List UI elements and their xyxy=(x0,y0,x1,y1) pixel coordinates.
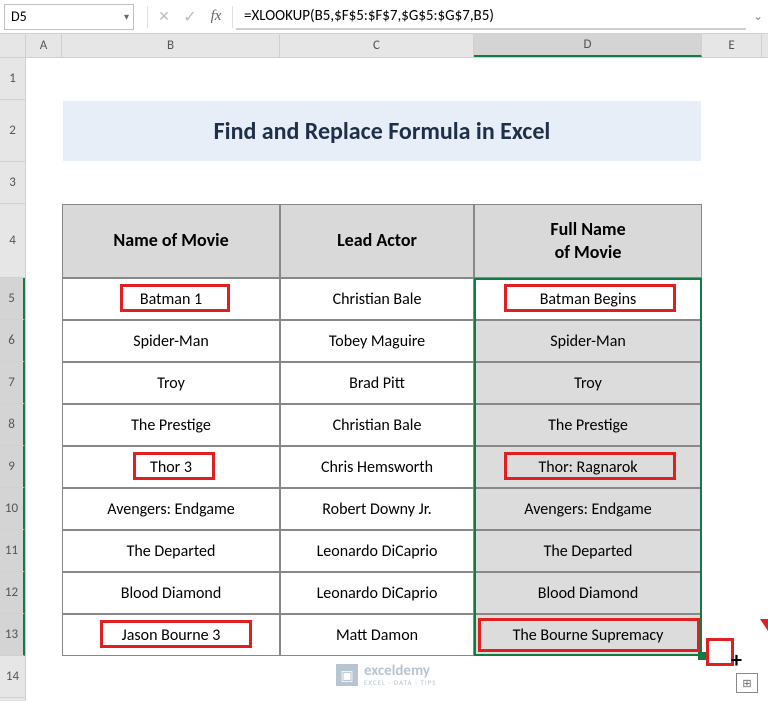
chevron-down-icon[interactable]: ▾ xyxy=(124,10,129,23)
cell-b5[interactable]: Batman 1 xyxy=(62,278,280,320)
col-header-a[interactable]: A xyxy=(26,34,62,57)
cell-c9[interactable]: Chris Hemsworth xyxy=(280,446,474,488)
cell-c11[interactable]: Leonardo DiCaprio xyxy=(280,530,474,572)
row-header-8[interactable]: 8 xyxy=(0,404,25,446)
cell-d6[interactable]: Spider-Man xyxy=(474,320,702,362)
cell-d12[interactable]: Blood Diamond xyxy=(474,572,702,614)
row-header-13[interactable]: 13 xyxy=(0,614,25,656)
row-header-5[interactable]: 5 xyxy=(0,278,25,320)
cell-b9[interactable]: Thor 3 xyxy=(62,446,280,488)
cell-c5[interactable]: Christian Bale xyxy=(280,278,474,320)
cell-c7[interactable]: Brad Pitt xyxy=(280,362,474,404)
cell-d5[interactable]: Batman Begins xyxy=(474,278,702,320)
formula-input[interactable]: =XLOOKUP(B5,$F$5:$F$7,$G$5:$G$7,B5) xyxy=(236,4,746,30)
cell-b7[interactable]: Troy xyxy=(62,362,280,404)
data-table: Name of Movie Lead Actor Full Name of Mo… xyxy=(62,204,702,656)
watermark-icon: ▣ xyxy=(336,664,358,686)
cell-c6[interactable]: Tobey Maguire xyxy=(280,320,474,362)
cell-b12[interactable]: Blood Diamond xyxy=(62,572,280,614)
sheet-area: 1 2 3 4 5 6 7 8 9 10 11 12 13 14 A B C D… xyxy=(0,34,768,701)
row-header-7[interactable]: 7 xyxy=(0,362,25,404)
cell-d13[interactable]: The Bourne Supremacy xyxy=(474,614,702,656)
cell-b10[interactable]: Avengers: Endgame xyxy=(62,488,280,530)
cell-b8[interactable]: The Prestige xyxy=(62,404,280,446)
watermark: ▣ exceldemy EXCEL · DATA · TIPS xyxy=(336,664,436,686)
cell-d9[interactable]: Thor: Ragnarok xyxy=(474,446,702,488)
cell-c10[interactable]: Robert Downy Jr. xyxy=(280,488,474,530)
cell-c12[interactable]: Leonardo DiCaprio xyxy=(280,572,474,614)
fill-cursor-icon: + xyxy=(731,646,742,673)
row-header-9[interactable]: 9 xyxy=(0,446,25,488)
col-header-d[interactable]: D xyxy=(474,34,702,57)
cell-d7[interactable]: Troy xyxy=(474,362,702,404)
row-header-1[interactable]: 1 xyxy=(0,58,25,100)
row-header-4[interactable]: 4 xyxy=(0,204,25,278)
cell-b11[interactable]: The Departed xyxy=(62,530,280,572)
row-header-12[interactable]: 12 xyxy=(0,572,25,614)
select-all-corner[interactable] xyxy=(0,34,25,58)
formula-bar: D5 ▾ ✕ ✓ fx =XLOOKUP(B5,$F$5:$F$7,$G$5:$… xyxy=(0,0,768,34)
title-cell[interactable]: Find and Replace Formula in Excel xyxy=(62,100,702,162)
cell-b6[interactable]: Spider-Man xyxy=(62,320,280,362)
header-lead-actor[interactable]: Lead Actor xyxy=(280,204,474,278)
cell-c13[interactable]: Matt Damon xyxy=(280,614,474,656)
col-header-e[interactable]: E xyxy=(702,34,762,57)
cell-d8[interactable]: The Prestige xyxy=(474,404,702,446)
col-headers: A B C D E xyxy=(26,34,768,58)
fill-handle[interactable] xyxy=(698,652,706,660)
name-box-value: D5 xyxy=(11,8,27,25)
name-box[interactable]: D5 ▾ xyxy=(4,4,134,30)
col-header-b[interactable]: B xyxy=(62,34,280,57)
row-header-10[interactable]: 10 xyxy=(0,488,25,530)
header-name-movie[interactable]: Name of Movie xyxy=(62,204,280,278)
autofill-options-icon[interactable]: ⊞ xyxy=(736,673,758,693)
cell-d10[interactable]: Avengers: Endgame xyxy=(474,488,702,530)
formula-expand-icon[interactable]: ⌄ xyxy=(748,9,768,24)
insert-function-icon[interactable]: fx xyxy=(203,4,229,30)
cell-c8[interactable]: Christian Bale xyxy=(280,404,474,446)
cancel-icon[interactable]: ✕ xyxy=(151,4,177,30)
header-full-name[interactable]: Full Name of Movie xyxy=(474,204,702,278)
row-header-3[interactable]: 3 xyxy=(0,162,25,204)
cell-d11[interactable]: The Departed xyxy=(474,530,702,572)
row-header-6[interactable]: 6 xyxy=(0,320,25,362)
grid-area: A B C D E Find and Replace Formula in Ex… xyxy=(26,34,768,701)
confirm-icon[interactable]: ✓ xyxy=(177,4,203,30)
row-header-2[interactable]: 2 xyxy=(0,100,25,162)
row-header-14[interactable]: 14 xyxy=(0,656,25,698)
col-header-c[interactable]: C xyxy=(280,34,474,57)
row-headers: 1 2 3 4 5 6 7 8 9 10 11 12 13 14 xyxy=(0,34,26,701)
cell-b13[interactable]: Jason Bourne 3 xyxy=(62,614,280,656)
highlight-box xyxy=(706,638,734,666)
row-header-11[interactable]: 11 xyxy=(0,530,25,572)
